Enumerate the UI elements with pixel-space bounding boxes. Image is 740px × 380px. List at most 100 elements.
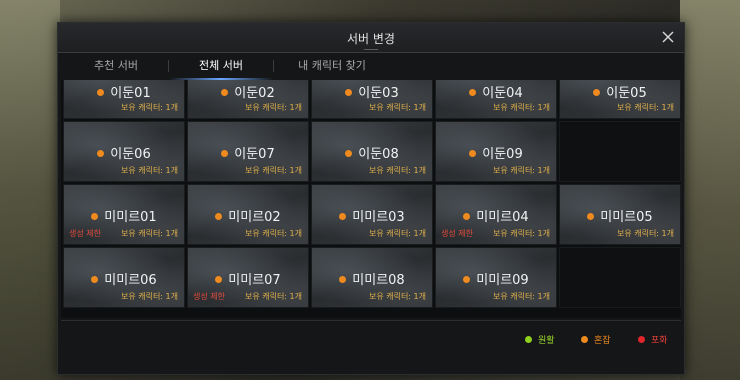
close-button[interactable]	[658, 27, 678, 47]
server-name: 미미르06	[64, 269, 184, 288]
server-name: 이둔05	[560, 82, 680, 101]
status-busy-icon	[469, 89, 477, 96]
server-card-mimir07[interactable]: 미미르07 생성 제한 보유 캐릭터: 1개	[187, 247, 309, 308]
server-card-iduun08[interactable]: 이둔08 보유 캐릭터: 1개	[311, 121, 433, 182]
creation-restricted-label: 생성 제한	[193, 292, 225, 301]
status-busy-icon	[97, 150, 105, 157]
character-count: 보유 캐릭터: 1개	[368, 103, 426, 112]
status-busy-icon	[221, 150, 229, 157]
legend-smooth-label: 원활	[538, 336, 555, 346]
server-card-mimir09[interactable]: 미미르09 보유 캐릭터: 1개	[435, 247, 557, 308]
character-count: 보유 캐릭터: 1개	[616, 229, 674, 238]
server-card-iduun04[interactable]: 이둔04 보유 캐릭터: 1개	[435, 80, 557, 119]
creation-restricted-label: 생성 제한	[69, 229, 101, 238]
server-card-iduun07[interactable]: 이둔07 보유 캐릭터: 1개	[187, 121, 309, 182]
server-name: 이둔01	[64, 82, 184, 101]
legend-full: 포화	[638, 333, 668, 346]
character-count: 보유 캐릭터: 1개	[492, 292, 550, 301]
character-count: 보유 캐릭터: 1개	[120, 103, 178, 112]
close-icon	[662, 31, 674, 43]
server-card-mimir03[interactable]: 미미르03 보유 캐릭터: 1개	[311, 184, 433, 245]
character-count: 보유 캐릭터: 1개	[368, 166, 426, 175]
background-scenery-right	[680, 0, 740, 380]
server-card-mimir04[interactable]: 미미르04 생성 제한 보유 캐릭터: 1개	[435, 184, 557, 245]
character-count: 보유 캐릭터: 1개	[120, 229, 178, 238]
status-busy-icon	[469, 150, 477, 157]
status-busy-icon	[97, 89, 105, 96]
character-count: 보유 캐릭터: 1개	[244, 292, 302, 301]
character-count: 보유 캐릭터: 1개	[616, 103, 674, 112]
server-name: 미미르07	[188, 269, 308, 288]
dialog-title: 서버 변경	[347, 32, 395, 46]
status-busy-icon	[339, 276, 347, 283]
creation-restricted-label: 생성 제한	[441, 229, 473, 238]
status-busy-icon	[339, 213, 347, 220]
empty-server-slot	[559, 247, 681, 308]
status-busy-icon	[345, 150, 353, 157]
character-count: 보유 캐릭터: 1개	[120, 166, 178, 175]
server-tabs: 추천 서버 전체 서버 내 캐릭터 찾기	[61, 53, 681, 80]
status-busy-icon	[345, 89, 353, 96]
legend-busy: 혼잡	[581, 333, 611, 346]
character-count: 보유 캐릭터: 1개	[368, 229, 426, 238]
server-name: 미미르04	[436, 206, 556, 225]
server-card-iduun02[interactable]: 이둔02 보유 캐릭터: 1개	[187, 80, 309, 119]
status-legend: 원활 혼잡 포화	[61, 320, 681, 371]
status-busy-icon	[593, 89, 601, 96]
server-name: 이둔02	[188, 82, 308, 101]
status-busy-icon	[463, 276, 471, 283]
empty-server-slot	[559, 121, 681, 182]
server-card-mimir08[interactable]: 미미르08 보유 캐릭터: 1개	[311, 247, 433, 308]
status-busy-icon	[463, 213, 471, 220]
background-scenery-left	[0, 0, 60, 380]
status-full-icon	[638, 336, 645, 343]
legend-busy-label: 혼잡	[594, 336, 611, 346]
server-name: 이둔07	[188, 143, 308, 162]
status-busy-icon	[215, 213, 223, 220]
status-busy-icon	[215, 276, 223, 283]
server-card-mimir01[interactable]: 미미르01 생성 제한 보유 캐릭터: 1개	[63, 184, 185, 245]
server-change-dialog: 서버 변경 추천 서버 전체 서버 내 캐릭터 찾기 이둔01 보유 캐릭터: …	[57, 22, 685, 375]
character-count: 보유 캐릭터: 1개	[120, 292, 178, 301]
server-card-mimir05[interactable]: 미미르05 보유 캐릭터: 1개	[559, 184, 681, 245]
server-name: 미미르09	[436, 269, 556, 288]
status-busy-icon	[581, 336, 588, 343]
server-grid: 이둔01 보유 캐릭터: 1개 이둔02 보유 캐릭터: 1개 이둔03 보유 …	[61, 80, 681, 318]
server-name: 미미르05	[560, 206, 680, 225]
server-name: 이둔03	[312, 82, 432, 101]
status-busy-icon	[587, 213, 595, 220]
character-count: 보유 캐릭터: 1개	[492, 166, 550, 175]
legend-smooth: 원활	[525, 333, 555, 346]
server-card-iduun09[interactable]: 이둔09 보유 캐릭터: 1개	[435, 121, 557, 182]
tab-all-servers-label: 전체 서버	[199, 59, 243, 72]
status-busy-icon	[221, 89, 229, 96]
server-card-mimir02[interactable]: 미미르02 보유 캐릭터: 1개	[187, 184, 309, 245]
tab-recommended[interactable]: 추천 서버	[66, 53, 166, 79]
server-card-iduun05[interactable]: 이둔05 보유 캐릭터: 1개	[559, 80, 681, 119]
character-count: 보유 캐릭터: 1개	[492, 229, 550, 238]
server-name: 이둔04	[436, 82, 556, 101]
server-name: 이둔09	[436, 143, 556, 162]
server-name: 이둔08	[312, 143, 432, 162]
status-busy-icon	[91, 213, 99, 220]
server-name: 미미르01	[64, 206, 184, 225]
server-name: 미미르02	[188, 206, 308, 225]
character-count: 보유 캐릭터: 1개	[492, 103, 550, 112]
status-smooth-icon	[525, 336, 532, 343]
character-count: 보유 캐릭터: 1개	[368, 292, 426, 301]
dialog-titlebar: 서버 변경	[58, 23, 684, 53]
server-name: 미미르08	[312, 269, 432, 288]
server-name: 미미르03	[312, 206, 432, 225]
tab-all-servers[interactable]: 전체 서버	[169, 53, 273, 80]
tab-my-characters[interactable]: 내 캐릭터 찾기	[274, 53, 390, 79]
server-card-iduun06[interactable]: 이둔06 보유 캐릭터: 1개	[63, 121, 185, 182]
status-busy-icon	[91, 276, 99, 283]
server-card-iduun01[interactable]: 이둔01 보유 캐릭터: 1개	[63, 80, 185, 119]
character-count: 보유 캐릭터: 1개	[244, 229, 302, 238]
character-count: 보유 캐릭터: 1개	[244, 166, 302, 175]
server-card-mimir06[interactable]: 미미르06 보유 캐릭터: 1개	[63, 247, 185, 308]
server-name: 이둔06	[64, 143, 184, 162]
legend-full-label: 포화	[651, 336, 668, 346]
character-count: 보유 캐릭터: 1개	[244, 103, 302, 112]
server-card-iduun03[interactable]: 이둔03 보유 캐릭터: 1개	[311, 80, 433, 119]
